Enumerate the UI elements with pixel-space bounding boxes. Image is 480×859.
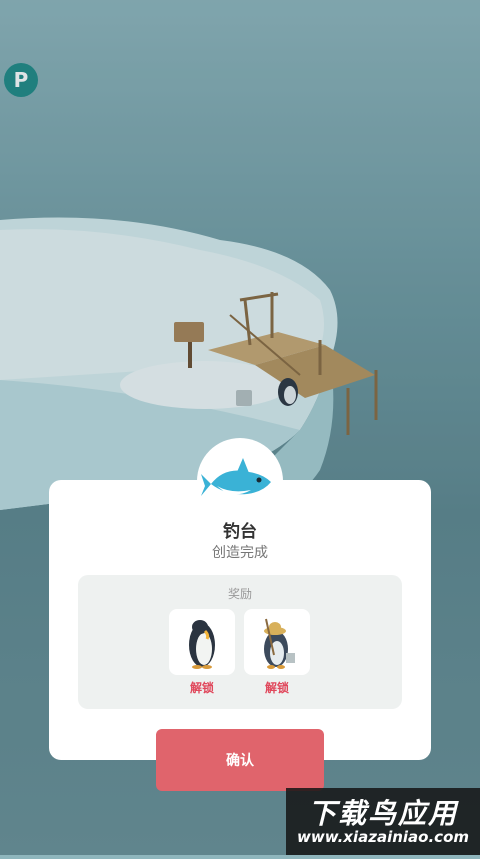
reward-item-emperor-penguin[interactable]	[169, 609, 235, 675]
dialog-subtitle: 创造完成	[212, 545, 268, 561]
watermark-title: 下载鸟应用	[307, 797, 458, 830]
watermark-url: www.xiazainiao.com	[296, 828, 470, 846]
shark-icon	[201, 458, 271, 496]
confirm-button[interactable]: 确认	[156, 729, 324, 791]
dialog-header-icon-holder	[197, 438, 283, 524]
reward-item-fisher-penguin[interactable]	[244, 609, 310, 675]
fisher-penguin-icon	[264, 618, 295, 669]
emperor-penguin-icon	[189, 620, 215, 669]
reward-panel: 奖励 解锁 解锁	[78, 575, 402, 709]
reward-status-emperor: 解锁	[189, 681, 214, 695]
reward-status-fisher: 解锁	[264, 681, 289, 695]
reward-label: 奖励	[227, 587, 252, 601]
watermark-logo: 下载鸟应用 www.xiazainiao.com	[286, 788, 480, 855]
dialog-title: 钓台	[223, 522, 257, 542]
